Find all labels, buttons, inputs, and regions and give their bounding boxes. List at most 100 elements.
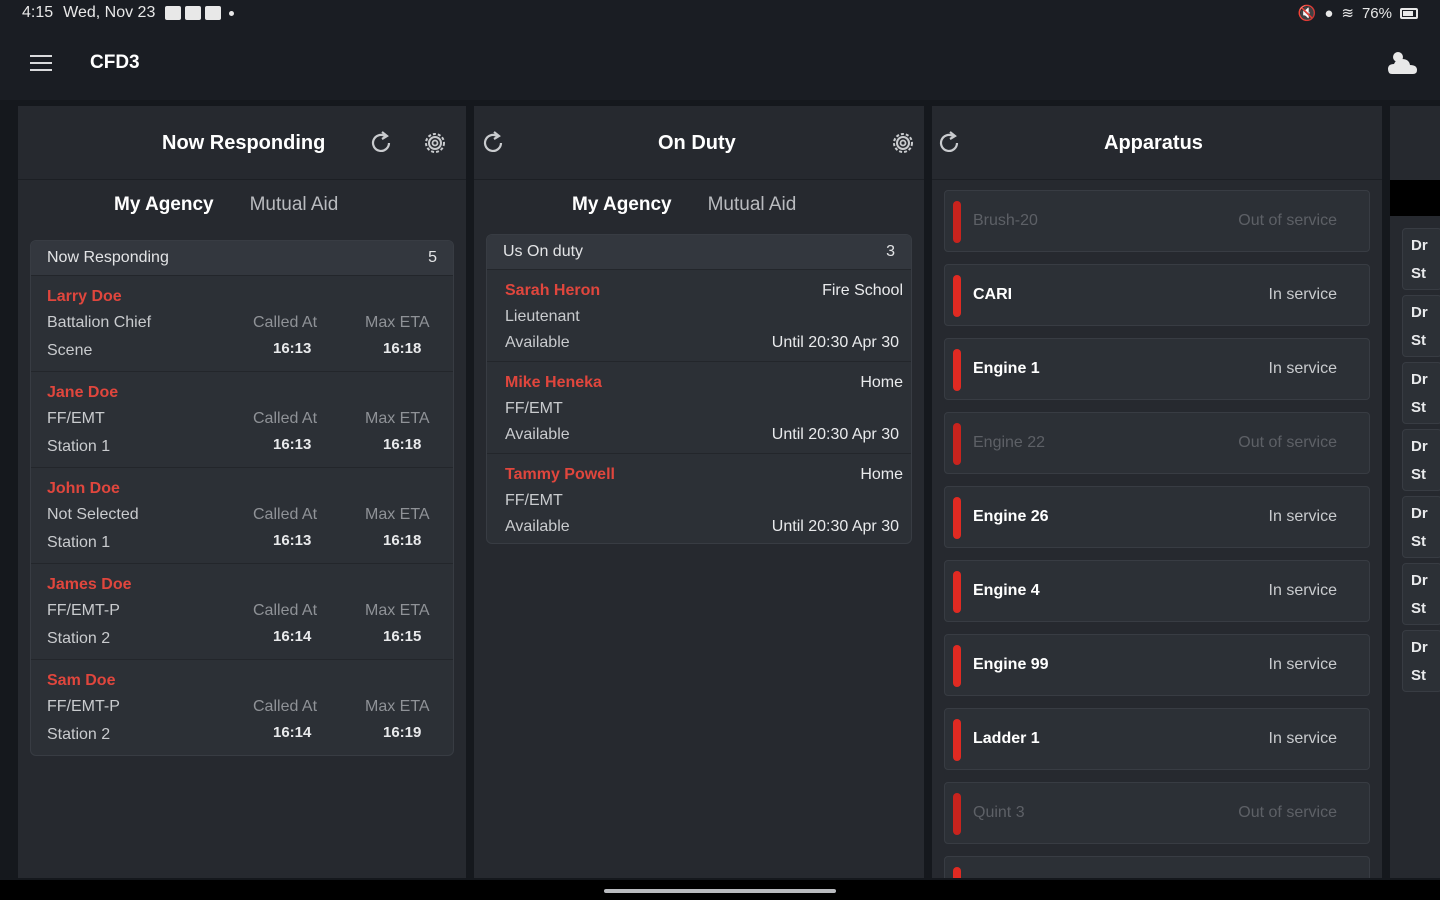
status-indicator [953,275,961,317]
max-eta-value: 16:18 [383,532,422,549]
apparatus-name: Engine 26 [973,508,1049,525]
battery-level: 76% [1361,4,1392,22]
max-eta-value: 16:18 [383,436,422,453]
weather-cloud-icon[interactable] [1386,48,1420,78]
wifi-icon: ≋ [1341,5,1354,22]
apparatus-status: In service [1268,508,1337,525]
item-line-1: Dr [1411,438,1428,455]
right-panel-item[interactable]: Dr St [1402,429,1440,491]
menu-icon[interactable] [30,55,52,71]
responder-role: FF/EMT [47,410,105,427]
on-duty-row[interactable]: Tammy Powell Home FF/EMT Available Until 20:… [487,453,911,543]
apparatus-status: Out of service [1238,212,1337,229]
refresh-icon[interactable] [366,128,396,158]
member-name: Mike Heneka [505,374,602,391]
responder-role: FF/EMT-P [47,602,120,619]
list-title: Us On duty [503,243,584,260]
now-responding-header: Now Responding [18,106,466,180]
more-notifications-icon [229,10,235,16]
system-nav-bar [0,880,1440,900]
apparatus-status: Out of service [1238,434,1337,451]
right-panel-item[interactable]: Dr St [1402,563,1440,625]
member-role: FF/EMT [505,492,563,509]
max-eta-label: Max ETA [365,314,430,331]
item-line-2: St [1411,600,1426,617]
item-line-1: Dr [1411,304,1428,321]
apparatus-name: Brush-20 [973,212,1038,229]
notification-icons [165,6,235,20]
on-duty-row[interactable]: Sarah Heron Fire School Lieutenant Availabl… [487,269,911,361]
apparatus-item[interactable]: Quint 3 Out of service [944,782,1370,844]
list-header: Now Responding 5 [31,241,453,275]
responder-row[interactable]: Jane Doe FF/EMT Station 1 Called At 16:13 Max… [31,371,453,467]
tab-mutual-aid[interactable]: Mutual Aid [708,194,797,216]
tab-my-agency[interactable]: My Agency [114,194,214,216]
apparatus-item[interactable]: Engine 4 In service [944,560,1370,622]
item-line-1: Dr [1411,371,1428,388]
screen-notification-icon [205,6,222,20]
called-at-label: Called At [253,410,318,427]
apparatus-status: In service [1268,656,1337,673]
status-indicator [953,423,961,465]
responder-row[interactable]: Larry Doe Battalion Chief Scene Called At 16… [31,275,453,371]
status-indicator [953,867,961,878]
responder-name: Jane Doe [47,384,119,401]
right-panel-item[interactable]: Dr St [1402,496,1440,558]
apparatus-item[interactable]: Brush-20 Out of service [944,190,1370,252]
apparatus-item[interactable]: Engine 1 In service [944,338,1370,400]
right-panel-item[interactable]: Dr St [1402,362,1440,424]
called-at-value: 16:13 [273,532,312,549]
apparatus-name: Engine 99 [973,656,1049,673]
tab-mutual-aid[interactable]: Mutual Aid [250,194,339,216]
status-indicator [953,497,961,539]
max-eta-label: Max ETA [365,698,430,715]
responder-location: Station 1 [47,438,111,455]
member-location: Home [860,374,903,391]
max-eta-label: Max ETA [365,602,430,619]
app-title: CFD3 [90,52,140,73]
right-panel-item[interactable]: Dr St [1402,228,1440,290]
gear-icon[interactable] [420,128,450,158]
status-date: Wed, Nov 23 [63,4,156,21]
responder-name: John Doe [47,480,120,497]
apparatus-status: In service [1268,582,1337,599]
on-duty-tabs: My Agency Mutual Aid [572,194,796,216]
on-duty-panel: On Duty My Agency Mutual Aid Us On duty … [474,106,924,878]
item-line-2: St [1411,399,1426,416]
apparatus-item[interactable]: Engine 26 In service [944,486,1370,548]
member-name: Sarah Heron [505,282,601,299]
mute-icon: 🔇 [1297,5,1317,22]
member-until: Until 20:30 Apr 30 [771,426,899,443]
tab-my-agency[interactable]: My Agency [572,194,672,216]
status-indicator [953,349,961,391]
max-eta-label: Max ETA [365,506,430,523]
called-at-value: 16:14 [273,628,312,645]
apparatus-item-partial[interactable] [944,856,1370,878]
member-status: Available [505,518,570,535]
apparatus-name: Quint 3 [973,804,1025,821]
on-duty-row[interactable]: Mike Heneka Home FF/EMT Available Until 20:3… [487,361,911,453]
member-status: Available [505,334,570,351]
status-indicator [953,719,961,761]
apparatus-item[interactable]: CARI In service [944,264,1370,326]
apparatus-item[interactable]: Engine 22 Out of service [944,412,1370,474]
responder-row[interactable]: John Doe Not Selected Station 1 Called At 16… [31,467,453,563]
location-icon: ● [1324,4,1334,22]
responder-role: Battalion Chief [47,314,152,331]
right-panel-item[interactable]: Dr St [1402,630,1440,692]
item-line-1: Dr [1411,572,1428,589]
responder-row[interactable]: James Doe FF/EMT-P Station 2 Called At 16:14… [31,563,453,659]
responder-row[interactable]: Sam Doe FF/EMT-P Station 2 Called At 16:14 Ma… [31,659,453,755]
apparatus-item[interactable]: Ladder 1 In service [944,708,1370,770]
right-panel-item[interactable]: Dr St [1402,295,1440,357]
gear-icon[interactable] [888,128,918,158]
member-location: Fire School [822,282,903,299]
called-at-label: Called At [253,506,318,523]
apparatus-item[interactable]: Engine 99 In service [944,634,1370,696]
app-bar: CFD3 [0,28,1440,100]
status-indicator [953,201,961,243]
on-duty-list: Us On duty 3 Sarah Heron Fire School Lieut… [486,234,912,544]
apparatus-name: CARI [973,286,1013,303]
home-gesture-bar[interactable] [604,889,836,893]
refresh-icon[interactable] [478,128,508,158]
